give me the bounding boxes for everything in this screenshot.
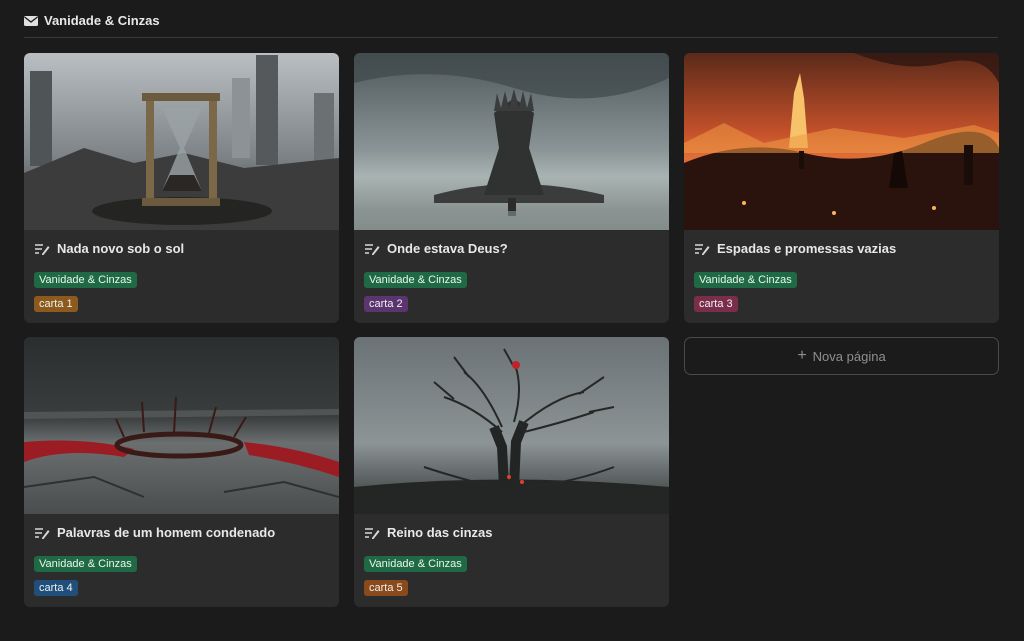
new-page-button[interactable]: + Nova página	[684, 337, 999, 375]
page-edit-icon	[365, 243, 380, 255]
database-title[interactable]: Vanidade & Cinzas	[44, 13, 160, 28]
card-title-text: Palavras de um homem condenado	[57, 525, 276, 540]
card-cover-image	[684, 53, 999, 230]
card-cover-image	[24, 53, 339, 230]
new-page-label: Nova página	[812, 348, 886, 364]
tag-vanidade-cinzas: Vanidade & Cinzas	[34, 556, 137, 572]
plus-icon: +	[797, 347, 807, 364]
tag-carta: carta 5	[364, 580, 408, 596]
tag-vanidade-cinzas: Vanidade & Cinzas	[364, 272, 467, 288]
tag-carta: carta 1	[34, 296, 78, 312]
card-title[interactable]: Reino das cinzas	[364, 525, 492, 540]
card-title[interactable]: Onde estava Deus?	[364, 241, 508, 256]
tag-carta: carta 2	[364, 296, 408, 312]
card-cover-image	[354, 53, 669, 230]
card-title-text: Espadas e promessas vazias	[717, 241, 897, 256]
page-edit-icon	[695, 243, 710, 255]
card-title-text: Nada novo sob o sol	[57, 241, 185, 256]
gallery-card[interactable]: Palavras de um homem condenado Vanidade …	[24, 337, 339, 607]
tag-vanidade-cinzas: Vanidade & Cinzas	[694, 272, 797, 288]
new-page-cell: + Nova página	[684, 337, 999, 607]
page-edit-icon	[35, 243, 50, 255]
tag-carta: carta 4	[34, 580, 78, 596]
card-title[interactable]: Espadas e promessas vazias	[694, 241, 896, 256]
card-cover-image	[24, 337, 339, 514]
tag-carta: carta 3	[694, 296, 738, 312]
card-title[interactable]: Nada novo sob o sol	[34, 241, 184, 256]
gallery-grid: Nada novo sob o sol Vanidade & Cinzas ca…	[24, 53, 999, 607]
page-edit-icon	[365, 527, 380, 539]
card-cover-image	[354, 337, 669, 514]
page-edit-icon	[35, 527, 50, 539]
gallery-card[interactable]: Reino das cinzas Vanidade & Cinzas carta…	[354, 337, 669, 607]
tag-vanidade-cinzas: Vanidade & Cinzas	[34, 272, 137, 288]
card-title-text: Reino das cinzas	[387, 525, 493, 540]
gallery-card[interactable]: Onde estava Deus? Vanidade & Cinzas cart…	[354, 53, 669, 323]
gallery-card[interactable]: Nada novo sob o sol Vanidade & Cinzas ca…	[24, 53, 339, 323]
card-title[interactable]: Palavras de um homem condenado	[34, 525, 275, 540]
tag-vanidade-cinzas: Vanidade & Cinzas	[364, 556, 467, 572]
mail-icon	[24, 15, 38, 26]
card-title-text: Onde estava Deus?	[387, 241, 508, 256]
database-header: Vanidade & Cinzas	[24, 8, 998, 38]
gallery-card[interactable]: Espadas e promessas vazias Vanidade & Ci…	[684, 53, 999, 323]
